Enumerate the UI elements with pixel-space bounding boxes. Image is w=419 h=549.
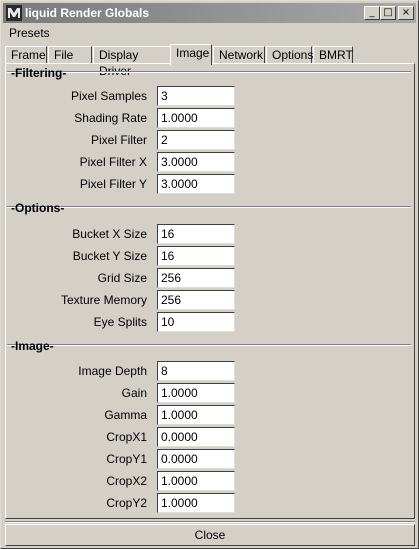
crop-y2-input[interactable]: 1.0000: [157, 493, 235, 513]
grid-size-input[interactable]: 256: [157, 268, 235, 288]
tab-image[interactable]: Image: [170, 44, 212, 65]
crop-y2-label: CropY2: [106, 496, 147, 510]
minimize-button[interactable]: _: [364, 6, 380, 20]
shading-rate-input[interactable]: 1.0000: [157, 108, 235, 128]
gamma-label: Gamma: [104, 408, 147, 422]
section-divider: [7, 344, 411, 346]
section-divider: [7, 71, 411, 73]
pixel-filter-x-label: Pixel Filter X: [79, 155, 147, 169]
pixel-filter-y-input[interactable]: 3.0000: [157, 174, 235, 194]
pixel-filter-x-input[interactable]: 3.0000: [157, 152, 235, 172]
title-bar[interactable]: liquid Render Globals _ □ ×: [3, 3, 416, 23]
pixel-samples-label: Pixel Samples: [70, 89, 147, 103]
shading-rate-label: Shading Rate: [74, 111, 147, 125]
window-title: liquid Render Globals: [25, 6, 150, 20]
gain-input[interactable]: 1.0000: [157, 383, 235, 403]
pixel-filter-input[interactable]: 2: [157, 130, 235, 150]
section-title-options: -Options-: [11, 201, 65, 215]
crop-x1-label: CropX1: [106, 430, 147, 444]
close-button[interactable]: Close: [5, 524, 415, 546]
maya-logo-icon: [6, 5, 22, 21]
bucket-y-size-input[interactable]: 16: [157, 246, 235, 266]
image-depth-input[interactable]: 8: [157, 361, 235, 381]
tab-bmrt[interactable]: BMRT: [313, 46, 353, 64]
bucket-y-size-label: Bucket Y Size: [72, 249, 147, 263]
crop-y1-input[interactable]: 0.0000: [157, 449, 235, 469]
gamma-input[interactable]: 1.0000: [157, 405, 235, 425]
tab-display-driver[interactable]: Display Driver: [93, 46, 171, 78]
pixel-samples-input[interactable]: 3: [157, 86, 235, 106]
eye-splits-label: Eye Splits: [93, 315, 147, 329]
crop-y1-label: CropY1: [106, 452, 147, 466]
pixel-filter-label: Pixel Filter: [90, 133, 147, 147]
crop-x2-input[interactable]: 1.0000: [157, 471, 235, 491]
bucket-x-size-label: Bucket X Size: [72, 227, 147, 241]
tab-bar: Frame File Display Driver Image Network …: [5, 44, 415, 78]
render-globals-window: liquid Render Globals _ □ × Presets Fram…: [0, 0, 419, 549]
section-title-filtering: -Filtering-: [11, 66, 67, 80]
tab-options[interactable]: Options: [266, 46, 313, 64]
section-divider: [7, 206, 411, 208]
tab-network[interactable]: Network: [213, 46, 265, 64]
image-depth-label: Image Depth: [78, 364, 147, 378]
menu-bar: Presets: [3, 24, 416, 42]
gain-label: Gain: [121, 386, 147, 400]
close-window-button[interactable]: ×: [398, 6, 414, 20]
bucket-x-size-input[interactable]: 16: [157, 224, 235, 244]
crop-x2-label: CropX2: [106, 474, 147, 488]
footer-divider: [5, 521, 415, 523]
image-settings-form: -Filtering- Pixel Samples 3 Shading Rate…: [7, 65, 413, 517]
texture-memory-label: Texture Memory: [60, 293, 147, 307]
grid-size-label: Grid Size: [97, 271, 147, 285]
menu-presets[interactable]: Presets: [9, 26, 50, 40]
pixel-filter-y-label: Pixel Filter Y: [79, 177, 147, 191]
tab-file[interactable]: File: [48, 46, 92, 64]
maximize-button[interactable]: □: [380, 6, 396, 20]
texture-memory-input[interactable]: 256: [157, 290, 235, 310]
eye-splits-input[interactable]: 10: [157, 312, 235, 332]
crop-x1-input[interactable]: 0.0000: [157, 427, 235, 447]
section-title-image: -Image-: [11, 339, 54, 353]
tab-frame[interactable]: Frame: [5, 46, 47, 64]
